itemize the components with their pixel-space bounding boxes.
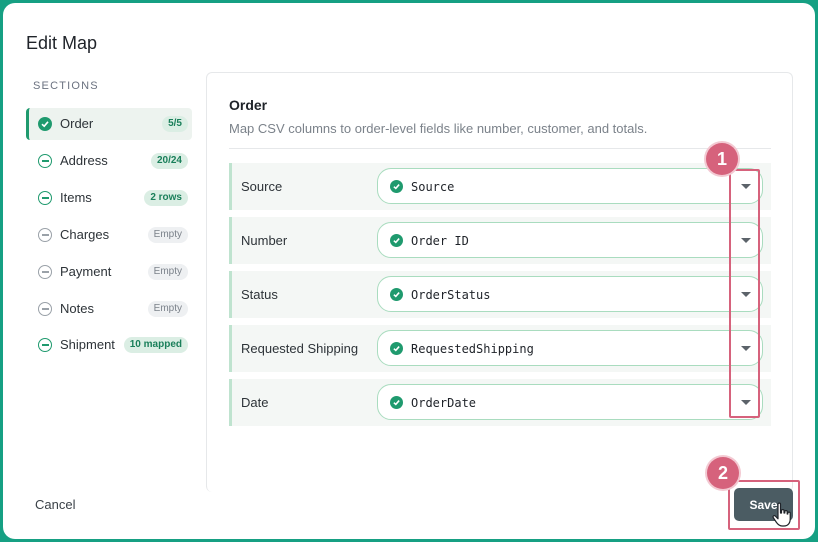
chevron-down-icon[interactable]: [741, 238, 751, 243]
sidebar-item-payment[interactable]: Payment Empty: [26, 256, 192, 288]
panel-title: Order: [229, 97, 268, 113]
status-badge: 2 rows: [144, 190, 188, 206]
field-row-requested-shipping: Requested Shipping RequestedShipping: [229, 325, 771, 372]
panel-description: Map CSV columns to order-level fields li…: [229, 121, 648, 136]
field-row-number: Number Order ID: [229, 217, 771, 264]
select-value: RequestedShipping: [411, 342, 534, 356]
select-value: Source: [411, 180, 455, 194]
field-label: Number: [241, 233, 288, 248]
sidebar-item-label: Payment: [60, 264, 112, 279]
chevron-down-icon[interactable]: [741, 292, 751, 297]
select-value: Order ID: [411, 234, 469, 248]
column-select-date[interactable]: OrderDate: [377, 384, 763, 420]
minus-circle-icon: [38, 154, 52, 168]
column-select-number[interactable]: Order ID: [377, 222, 763, 258]
status-badge: 5/5: [162, 116, 188, 132]
status-badge: Empty: [147, 264, 188, 280]
column-select-requested-shipping[interactable]: RequestedShipping: [377, 330, 763, 366]
field-label: Status: [241, 287, 278, 302]
field-row-status: Status OrderStatus: [229, 271, 771, 318]
check-circle-icon: [390, 396, 403, 409]
section-panel: Order Map CSV columns to order-level fie…: [206, 72, 793, 492]
select-value: OrderStatus: [411, 288, 491, 302]
hand-cursor-icon: [772, 502, 791, 527]
sidebar-item-items[interactable]: Items 2 rows: [26, 182, 192, 214]
minus-circle-icon: [38, 338, 52, 352]
minus-circle-icon: [38, 228, 52, 242]
minus-circle-icon: [38, 302, 52, 316]
sidebar-item-shipment[interactable]: Shipment 10 mapped: [26, 329, 192, 361]
minus-circle-icon: [38, 191, 52, 205]
field-label: Source: [241, 179, 283, 194]
check-circle-icon: [390, 288, 403, 301]
field-row-source: Source Source: [229, 163, 771, 210]
sidebar-item-label: Shipment: [60, 337, 115, 352]
sidebar-item-label: Items: [60, 190, 92, 205]
sidebar-item-order[interactable]: Order 5/5: [26, 108, 192, 140]
status-badge: Empty: [147, 227, 188, 243]
check-circle-icon: [390, 234, 403, 247]
sidebar-item-label: Order: [60, 116, 94, 131]
status-badge: 20/24: [150, 153, 188, 169]
field-row-date: Date OrderDate: [229, 379, 771, 426]
sidebar-item-address[interactable]: Address 20/24: [26, 145, 192, 177]
select-value: OrderDate: [411, 396, 477, 410]
modal-title: Edit Map: [26, 33, 98, 53]
check-circle-icon: [390, 342, 403, 355]
divider: [229, 148, 771, 149]
step-badge-1: 1: [706, 143, 738, 175]
chevron-down-icon[interactable]: [741, 400, 751, 405]
step-badge-2: 2: [707, 457, 739, 489]
sidebar-item-notes[interactable]: Notes Empty: [26, 293, 192, 325]
chevron-down-icon[interactable]: [741, 346, 751, 351]
column-select-source[interactable]: Source: [377, 168, 763, 204]
edit-map-modal: Edit Map SECTIONS Order 5/5 Address 20/2…: [3, 3, 815, 539]
field-label: Date: [241, 395, 269, 410]
status-badge: 10 mapped: [123, 337, 188, 353]
minus-circle-icon: [38, 265, 52, 279]
status-badge: Empty: [147, 301, 188, 317]
column-select-status[interactable]: OrderStatus: [377, 276, 763, 312]
sidebar-heading: SECTIONS: [33, 80, 99, 92]
sidebar-item-label: Charges: [60, 227, 110, 242]
sidebar-item-charges[interactable]: Charges Empty: [26, 219, 192, 251]
check-circle-icon: [38, 117, 52, 131]
sidebar-item-label: Notes: [60, 301, 94, 316]
field-label: Requested Shipping: [241, 341, 359, 356]
check-circle-icon: [390, 180, 403, 193]
cancel-button[interactable]: Cancel: [35, 497, 75, 512]
sidebar-item-label: Address: [60, 153, 108, 168]
chevron-down-icon[interactable]: [741, 184, 751, 189]
